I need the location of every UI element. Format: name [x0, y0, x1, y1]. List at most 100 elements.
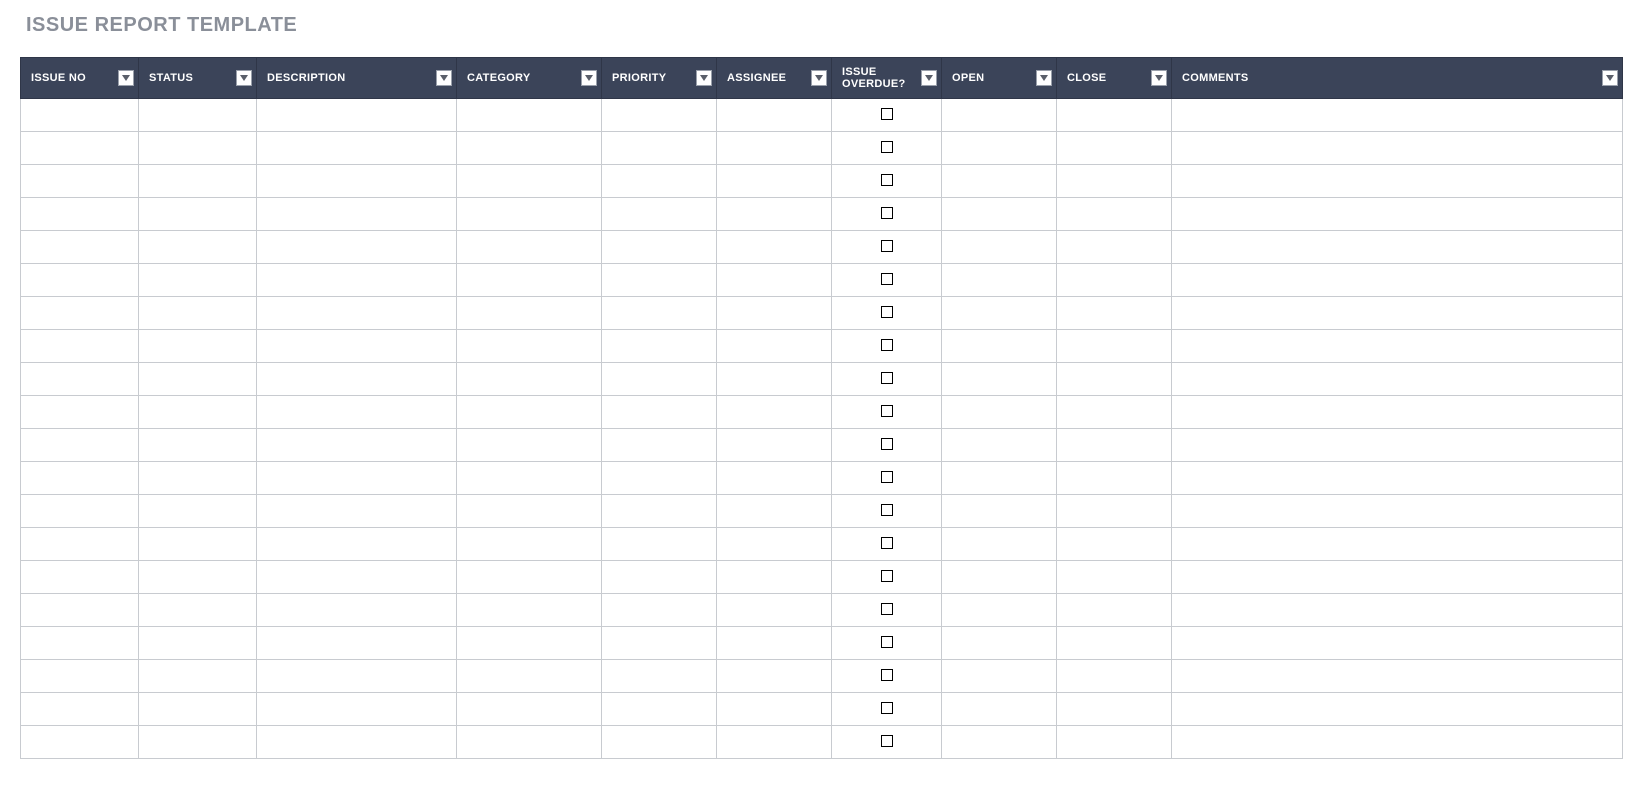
- cell-category[interactable]: [457, 462, 602, 495]
- cell-category[interactable]: [457, 264, 602, 297]
- overdue-checkbox[interactable]: [881, 174, 893, 186]
- cell-category[interactable]: [457, 132, 602, 165]
- cell-status[interactable]: [139, 594, 257, 627]
- cell-open[interactable]: [942, 165, 1057, 198]
- cell-issue_no[interactable]: [21, 99, 139, 132]
- cell-category[interactable]: [457, 495, 602, 528]
- cell-category[interactable]: [457, 363, 602, 396]
- cell-close[interactable]: [1057, 693, 1172, 726]
- cell-open[interactable]: [942, 231, 1057, 264]
- cell-status[interactable]: [139, 330, 257, 363]
- overdue-checkbox[interactable]: [881, 306, 893, 318]
- cell-description[interactable]: [257, 429, 457, 462]
- cell-description[interactable]: [257, 561, 457, 594]
- cell-close[interactable]: [1057, 594, 1172, 627]
- cell-priority[interactable]: [602, 693, 717, 726]
- cell-assignee[interactable]: [717, 726, 832, 759]
- cell-issue_no[interactable]: [21, 330, 139, 363]
- cell-assignee[interactable]: [717, 561, 832, 594]
- cell-priority[interactable]: [602, 726, 717, 759]
- cell-comments[interactable]: [1172, 264, 1623, 297]
- cell-open[interactable]: [942, 495, 1057, 528]
- cell-open[interactable]: [942, 726, 1057, 759]
- cell-issue_no[interactable]: [21, 528, 139, 561]
- cell-assignee[interactable]: [717, 462, 832, 495]
- cell-status[interactable]: [139, 132, 257, 165]
- cell-close[interactable]: [1057, 627, 1172, 660]
- cell-priority[interactable]: [602, 132, 717, 165]
- cell-close[interactable]: [1057, 660, 1172, 693]
- cell-issue_no[interactable]: [21, 363, 139, 396]
- overdue-checkbox[interactable]: [881, 636, 893, 648]
- cell-status[interactable]: [139, 462, 257, 495]
- cell-priority[interactable]: [602, 528, 717, 561]
- cell-close[interactable]: [1057, 264, 1172, 297]
- cell-description[interactable]: [257, 462, 457, 495]
- cell-close[interactable]: [1057, 231, 1172, 264]
- cell-open[interactable]: [942, 528, 1057, 561]
- cell-priority[interactable]: [602, 165, 717, 198]
- cell-category[interactable]: [457, 165, 602, 198]
- cell-close[interactable]: [1057, 561, 1172, 594]
- cell-assignee[interactable]: [717, 264, 832, 297]
- cell-assignee[interactable]: [717, 363, 832, 396]
- cell-close[interactable]: [1057, 495, 1172, 528]
- cell-priority[interactable]: [602, 198, 717, 231]
- overdue-checkbox[interactable]: [881, 240, 893, 252]
- cell-issue_no[interactable]: [21, 726, 139, 759]
- cell-category[interactable]: [457, 726, 602, 759]
- cell-comments[interactable]: [1172, 726, 1623, 759]
- cell-description[interactable]: [257, 99, 457, 132]
- cell-priority[interactable]: [602, 462, 717, 495]
- overdue-checkbox[interactable]: [881, 504, 893, 516]
- cell-assignee[interactable]: [717, 528, 832, 561]
- cell-priority[interactable]: [602, 297, 717, 330]
- cell-close[interactable]: [1057, 396, 1172, 429]
- cell-comments[interactable]: [1172, 396, 1623, 429]
- cell-close[interactable]: [1057, 330, 1172, 363]
- cell-category[interactable]: [457, 594, 602, 627]
- cell-priority[interactable]: [602, 495, 717, 528]
- cell-priority[interactable]: [602, 429, 717, 462]
- cell-comments[interactable]: [1172, 561, 1623, 594]
- cell-close[interactable]: [1057, 132, 1172, 165]
- cell-issue_no[interactable]: [21, 264, 139, 297]
- cell-assignee[interactable]: [717, 297, 832, 330]
- cell-description[interactable]: [257, 165, 457, 198]
- cell-open[interactable]: [942, 264, 1057, 297]
- cell-category[interactable]: [457, 396, 602, 429]
- cell-description[interactable]: [257, 594, 457, 627]
- cell-status[interactable]: [139, 561, 257, 594]
- cell-open[interactable]: [942, 627, 1057, 660]
- cell-issue_no[interactable]: [21, 198, 139, 231]
- cell-category[interactable]: [457, 429, 602, 462]
- overdue-checkbox[interactable]: [881, 141, 893, 153]
- cell-status[interactable]: [139, 297, 257, 330]
- cell-status[interactable]: [139, 495, 257, 528]
- cell-assignee[interactable]: [717, 330, 832, 363]
- cell-open[interactable]: [942, 132, 1057, 165]
- cell-category[interactable]: [457, 660, 602, 693]
- cell-priority[interactable]: [602, 363, 717, 396]
- filter-dropdown-icon[interactable]: [696, 70, 712, 86]
- cell-description[interactable]: [257, 396, 457, 429]
- cell-priority[interactable]: [602, 561, 717, 594]
- cell-comments[interactable]: [1172, 99, 1623, 132]
- cell-comments[interactable]: [1172, 297, 1623, 330]
- cell-issue_no[interactable]: [21, 660, 139, 693]
- filter-dropdown-icon[interactable]: [236, 70, 252, 86]
- overdue-checkbox[interactable]: [881, 669, 893, 681]
- cell-description[interactable]: [257, 330, 457, 363]
- cell-close[interactable]: [1057, 462, 1172, 495]
- filter-dropdown-icon[interactable]: [436, 70, 452, 86]
- cell-status[interactable]: [139, 693, 257, 726]
- filter-dropdown-icon[interactable]: [118, 70, 134, 86]
- cell-comments[interactable]: [1172, 528, 1623, 561]
- overdue-checkbox[interactable]: [881, 339, 893, 351]
- cell-description[interactable]: [257, 660, 457, 693]
- overdue-checkbox[interactable]: [881, 603, 893, 615]
- cell-open[interactable]: [942, 330, 1057, 363]
- cell-open[interactable]: [942, 99, 1057, 132]
- filter-dropdown-icon[interactable]: [921, 70, 937, 86]
- cell-issue_no[interactable]: [21, 297, 139, 330]
